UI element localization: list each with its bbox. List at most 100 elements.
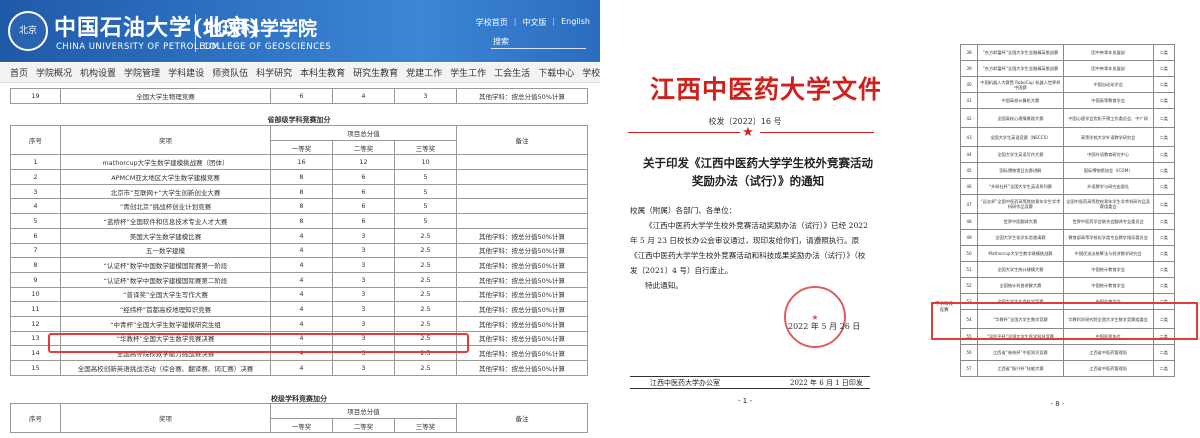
table-row: 5 “蓝桥杯”全国软件和信息技术专业人才大赛 8 6 5 [10,213,588,229]
table-row: 6 美国大学生数学建模比赛 4 3 2.5 其他学科：按总分值50%计算 [10,227,588,244]
header-banner: 北京 中国石油大学(北京) CHINA UNIVERSITY OF PETROL… [0,0,600,62]
cell-no: 40 [959,76,979,93]
cell-second: 6 [332,213,395,229]
cell-first: 8 [270,183,333,200]
cell-class: 二类 [1152,229,1176,246]
cell-class: 二类 [1152,162,1176,179]
cell-award: 全国高校创新英语挑战活动（综合赛、翻译赛、词汇赛）决赛 [60,360,271,376]
cell-third: 5 [394,169,457,185]
nav-item[interactable]: 工会生活 [494,66,530,79]
cell-third: 5 [394,213,457,229]
cell-no: 46 [959,178,979,195]
nav-item[interactable]: 学生工作 [450,66,486,79]
red-rule-right [760,132,874,133]
cell-remark: 其他学科：按总分值50%计算 [456,315,588,332]
cell-remark: 其他学科：按总分值50%计算 [456,227,588,244]
notice-heading: 关于印发《江西中医药大学学生校外竞赛活动奖励办法（试行）》的通知 [643,156,873,188]
cell-seq: 2 [10,169,61,185]
nav-item[interactable]: 本科生教育 [300,66,345,79]
cell-award: 北京市“互联网+”大学生创新创业大赛 [60,183,271,200]
table-row: 47 “远志杯”全国中医药高等院校青年学生学术科研作品竞赛 全国中医药高等院校青年学… [959,194,1176,214]
nav-item[interactable]: 党建工作 [406,66,442,79]
university-webpage-panel: 北京 中国石油大学(北京) CHINA UNIVERSITY OF PETROL… [0,0,600,438]
table-row: 10 “普译奖”全国大学生写作大赛 4 3 2.5 其他学科：按总分值50%计算 [10,286,588,303]
cell-no: 51 [959,261,979,278]
cell-remark: 其他学科：按总分值50%计算 [456,257,588,273]
cell-first: 8 [270,198,333,215]
header-first: 一等奖 [270,139,333,156]
nav-item[interactable]: 学院概况 [36,66,72,79]
cell-no: 52 [959,277,979,294]
search-input[interactable]: 搜索 [491,36,586,49]
cell-name: 全国统计科普讲解大赛 [977,277,1064,294]
closing: 特此通知。 [645,281,683,290]
link-english[interactable]: English [561,17,590,28]
table-row: 39 “东方财富杯”全国大学生金融精英挑战赛 团中央青年发展部 二类 [959,60,1176,77]
nav-item[interactable]: 学校主页 [582,66,600,79]
nav-item[interactable]: 科学研究 [256,66,292,79]
cell-class: 二类 [1152,344,1176,361]
cell-name: 全国大学生统计建模大赛 [977,261,1064,278]
cell-third: 2.5 [394,257,457,273]
body-paragraph: 《江西中医药大学学生校外竞赛活动奖励办法（试行）》已经 2022 年 5 月 2… [630,221,868,275]
nav-item[interactable]: 研究生教育 [353,66,398,79]
cell-second: 4 [332,88,395,104]
cell-class: 二类 [1152,245,1176,262]
cell-third: 2.5 [394,242,457,259]
cell-seq: 3 [10,183,61,200]
cell-name: 江西省“香林杯”中医知识竞赛 [977,344,1064,361]
cell-award: “青创北京”挑战杯创业计划竞赛 [60,198,271,215]
table-row: 48 世界中医翻译大赛 世界中医药学会联合会翻译专业委员会 二类 [959,213,1176,230]
table-row: 12 “中青杯”全国大学生数学建模研究生组 4 3 2.5 其他学科：按总分值50%计算 [10,315,588,332]
table-row: 44 全国大学生英语写作大赛 中国外语教育研究中心 二类 [959,146,1176,163]
cell-name: “东方财富杯”全国大学生金融精英挑战赛 [977,60,1064,77]
cell-second: 3 [332,257,395,273]
nav-item[interactable]: 师资队伍 [212,66,248,79]
cell-remark: 其他学科：按总分值50%计算 [456,242,588,259]
page-number: - 1 - [738,397,752,405]
nav-item[interactable]: 首页 [10,66,28,79]
cell-name: 世界中医翻译大赛 [977,213,1064,230]
cell-seq: 19 [10,88,61,104]
table-row: 52 全国统计科普讲解大赛 中国统计教育学会 二类 [959,277,1176,294]
cell-award: “认证杯”数学中国数学建模国际赛第一阶段 [60,257,271,273]
cell-first: 4 [270,286,333,303]
cell-second: 3 [332,271,395,288]
cell-class: 二类 [1152,261,1176,278]
nav-item[interactable]: 学科建设 [168,66,204,79]
cell-organizer: 世界中医药学会联合会翻译专业委员会 [1062,213,1154,230]
table-row: 11 “经纬杯”首都高校地理知识竞赛 4 3 2.5 其他学科：按总分值50%计算 [10,301,588,317]
cell-third: 2.5 [394,227,457,244]
header-second: 二等奖 [332,139,395,156]
cell-second: 12 [332,154,395,171]
university-logo-icon[interactable]: 北京 [8,11,48,51]
cell-organizer: 江西省中医药管理局 [1062,360,1154,377]
cell-name: 全国大学生英语写作大赛 [977,146,1064,163]
cell-first: 4 [270,271,333,288]
cell-remark: 其他学科：按总分值50%计算 [456,360,588,376]
link-chinese[interactable]: 中文版 [522,17,546,28]
page-number: - 8 - [1050,400,1065,408]
cell-seq: 6 [10,227,61,244]
school-competition-table: 序号 奖项 项目总分值 备注 一等奖 二等奖 三等奖 [10,402,588,434]
table-row: 41 中国高校计算机大赛 中国高等教育学会 二类 [959,92,1176,109]
table-row: 42 全国高校心理情景剧大赛 中国心理学会危机干预工作委员会、中广网 二类 [959,108,1176,128]
cell-remark: 其他学科：按总分值50%计算 [456,330,588,347]
previous-table-row: 19 全国大学生物理竞赛 6 4 3 其他学科：按总分值50%计算 [10,88,588,104]
cell-name: “东方财富杯”全国大学生金融精英挑战赛 [977,44,1064,61]
nav-item[interactable]: 下载中心 [538,66,574,79]
cell-remark: 其他学科：按总分值50%计算 [456,301,588,317]
college-name-cn: 地球科学学院 [203,18,318,40]
header-divider [195,14,196,52]
cell-award: “中青杯”全国大学生数学建模研究生组 [60,315,271,332]
nav-item[interactable]: 学院管理 [124,66,160,79]
top-links: 学校首页 | 中文版 | English [476,17,590,28]
nav-item[interactable]: 机构设置 [80,66,116,79]
cell-award: mathorcup大学生数学建模挑战赛（团体） [60,154,271,171]
separator: | [552,17,556,26]
table-row: 45 国际博物馆日志愿讲解 国际博物馆协会（ICOM） 二类 [959,162,1176,179]
cell-first: 8 [270,169,333,185]
section-title-provincial: 省部级学科竞赛加分 [267,116,331,124]
cell-organizer: 中国统计教育学会 [1062,261,1154,278]
link-school-home[interactable]: 学校首页 [476,17,508,28]
